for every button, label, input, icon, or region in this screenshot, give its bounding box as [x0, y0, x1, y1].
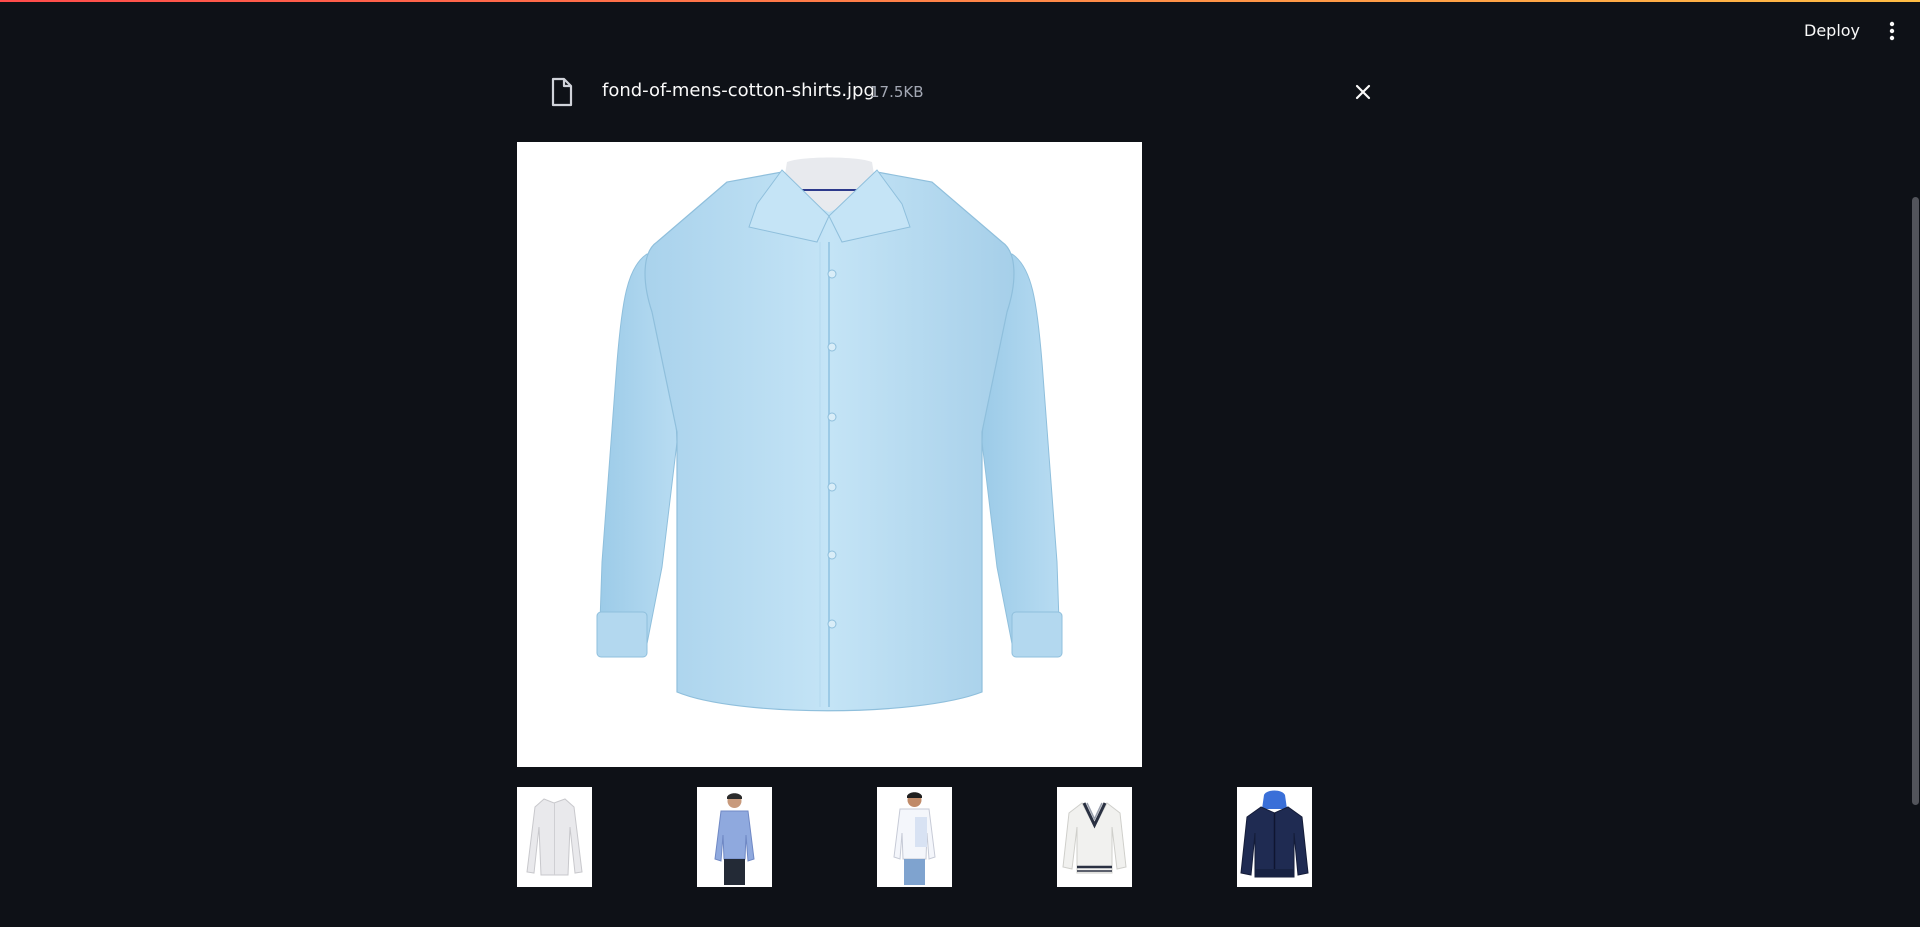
- uploaded-image-preview: [517, 142, 1142, 767]
- navy-hoodie-jacket-thumbnail: [1237, 787, 1312, 887]
- file-size: 17.5KB: [870, 83, 924, 101]
- light-blue-dress-shirt-image: [596, 157, 1063, 712]
- thumbnail-cricket-sweater[interactable]: [1057, 787, 1132, 887]
- file-icon: [551, 77, 573, 107]
- deploy-button[interactable]: Deploy: [1796, 17, 1868, 45]
- close-icon: [1355, 84, 1371, 100]
- thumbnail-blue-shirt-model[interactable]: [697, 787, 772, 887]
- white-casual-shirt-model-thumbnail: [877, 787, 952, 887]
- cricket-sweater-thumbnail: [1057, 787, 1132, 887]
- uploaded-file-row: fond-of-mens-cotton-shirts.jpg 17.5KB: [517, 70, 1377, 114]
- thumbnail-navy-hoodie-jacket[interactable]: [1237, 787, 1312, 887]
- main-menu-button[interactable]: [1880, 17, 1904, 45]
- app-header: Deploy: [0, 2, 1920, 58]
- vertical-dots-icon: [1889, 21, 1895, 41]
- thumbnail-white-casual-shirt-model[interactable]: [877, 787, 952, 887]
- file-name: fond-of-mens-cotton-shirts.jpg: [602, 80, 875, 101]
- white-shirt-thumbnail: [517, 787, 592, 887]
- remove-file-button[interactable]: [1349, 78, 1377, 106]
- blue-shirt-model-thumbnail: [697, 787, 772, 887]
- page-scrollbar[interactable]: [1910, 0, 1920, 927]
- scrollbar-thumb[interactable]: [1912, 197, 1919, 805]
- thumbnail-white-shirt[interactable]: [517, 787, 592, 887]
